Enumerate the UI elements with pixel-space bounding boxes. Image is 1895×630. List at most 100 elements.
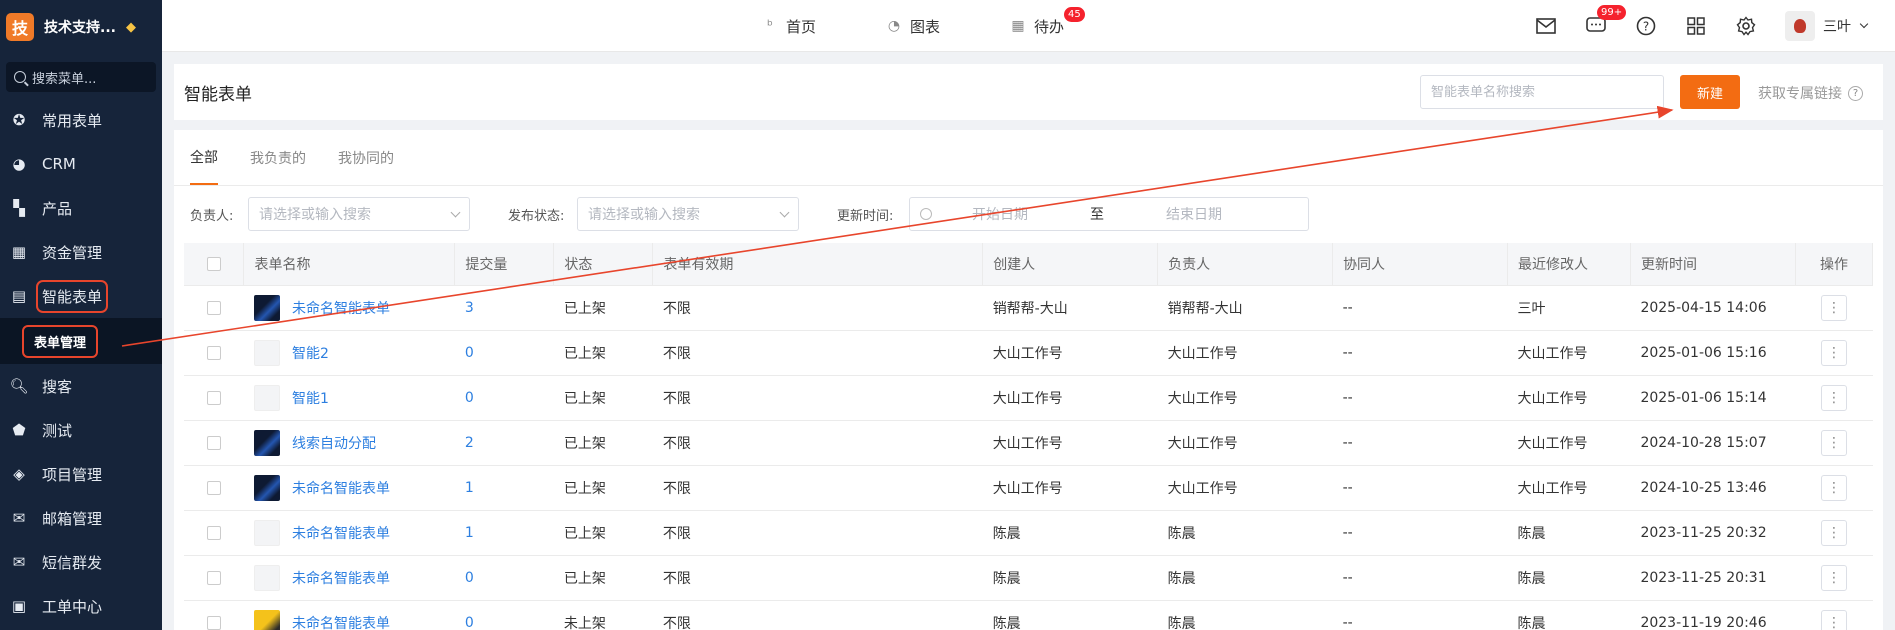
operation-cell: ⋮	[1795, 510, 1873, 556]
more-actions-button[interactable]: ⋮	[1820, 294, 1847, 321]
form-name-cell: 未命名智能表单	[243, 285, 455, 331]
table-row[interactable]: 智能2 0 已上架 不限 大山工作号 大山工作号 -- 大山工作号 2025-01-06 15:…	[184, 330, 1873, 376]
sidebar-item-smart-forms[interactable]: ▤ 智能表单	[0, 274, 162, 318]
form-name-link[interactable]: 线索自动分配	[292, 433, 376, 453]
table-row[interactable]: 未命名智能表单 0 未上架 不限 陈晨 陈晨 -- 陈晨 2023-11-19 20:46 ⋮	[184, 600, 1873, 630]
menu-search[interactable]: 搜索菜单...	[6, 62, 156, 92]
submission-count-link[interactable]: 1	[465, 480, 474, 496]
help-button[interactable]: ?	[1635, 15, 1657, 37]
update-time-cell: 2023-11-19 20:46	[1630, 600, 1796, 630]
row-checkbox[interactable]	[206, 435, 221, 450]
form-name-link[interactable]: 未命名智能表单	[292, 298, 390, 318]
get-link-label: 获取专属链接	[1758, 86, 1842, 102]
row-checkbox[interactable]	[206, 570, 221, 585]
sidebar-item-crm[interactable]: ◕ CRM	[0, 142, 162, 186]
more-actions-button[interactable]: ⋮	[1820, 474, 1847, 501]
table-row[interactable]: 未命名智能表单 1 已上架 不限 大山工作号 大山工作号 -- 大山工作号 2024-10-25…	[184, 465, 1873, 511]
tab-mine[interactable]: 我负责的	[250, 130, 306, 185]
row-checkbox[interactable]	[206, 480, 221, 495]
table-row[interactable]: 未命名智能表单 1 已上架 不限 陈晨 陈晨 -- 陈晨 2023-11-25 20:32 ⋮	[184, 510, 1873, 556]
chevron-down-icon	[450, 207, 461, 217]
menu-search-label: 搜索菜单...	[32, 71, 97, 87]
more-actions-button[interactable]: ⋮	[1820, 384, 1847, 411]
form-name-link[interactable]: 未命名智能表单	[292, 523, 390, 543]
submission-count-link[interactable]: 0	[465, 390, 474, 406]
form-name-link[interactable]: 智能1	[292, 388, 329, 408]
select-all-checkbox[interactable]	[206, 256, 221, 271]
last-modifier-cell: 大山工作号	[1507, 465, 1631, 511]
form-name-link[interactable]: 未命名智能表单	[292, 613, 390, 630]
owner-cell: 大山工作号	[1157, 420, 1333, 466]
submission-count-link[interactable]: 0	[465, 615, 474, 630]
question-icon[interactable]: ?	[1848, 85, 1863, 101]
row-select-cell	[184, 285, 244, 331]
row-checkbox[interactable]	[206, 390, 221, 405]
nav-label: 首页	[786, 17, 817, 36]
collaborator-cell: --	[1332, 600, 1508, 630]
tab-collaborating[interactable]: 我协同的	[338, 130, 394, 185]
owner-cell: 陈晨	[1157, 600, 1333, 630]
form-name-search-input[interactable]	[1420, 75, 1664, 109]
sidebar-item-projects[interactable]: ◈ 项目管理	[0, 452, 162, 496]
row-checkbox[interactable]	[206, 525, 221, 540]
nav-home[interactable]: ᵇ 首页	[762, 16, 816, 37]
submission-count-cell: 3	[454, 285, 554, 331]
table-row[interactable]: 线索自动分配 2 已上架 不限 大山工作号 大山工作号 -- 大山工作号 2024-10-28 …	[184, 420, 1873, 466]
sidebar-item-sms[interactable]: ✉ 短信群发	[0, 540, 162, 584]
status-filter-label: 发布状态:	[508, 208, 565, 224]
operation-cell: ⋮	[1795, 375, 1873, 421]
submission-count-link[interactable]: 0	[465, 570, 474, 586]
submission-count-link[interactable]: 3	[465, 300, 474, 316]
user-menu[interactable]: 三叶	[1785, 11, 1869, 41]
sidebar-item-products[interactable]: ▚ 产品	[0, 186, 162, 230]
form-name-link[interactable]: 未命名智能表单	[292, 478, 390, 498]
submission-count-link[interactable]: 0	[465, 345, 474, 361]
sidebar-item-search-customers[interactable]: 🔍︎ 搜客	[0, 364, 162, 408]
form-name-link[interactable]: 未命名智能表单	[292, 568, 390, 588]
sidebar-item-funds[interactable]: ▦ 资金管理	[0, 230, 162, 274]
submission-count-cell: 1	[454, 465, 554, 511]
mail-button[interactable]	[1535, 15, 1557, 37]
operation-cell: ⋮	[1795, 420, 1873, 466]
more-actions-button[interactable]: ⋮	[1820, 519, 1847, 546]
nav-todo[interactable]: ▦ 待办 45	[1010, 6, 1085, 37]
sidebar-item-mailbox[interactable]: ✉ 邮箱管理	[0, 496, 162, 540]
start-date-placeholder[interactable]: 开始日期	[972, 204, 1028, 224]
table-row[interactable]: 未命名智能表单 0 已上架 不限 陈晨 陈晨 -- 陈晨 2023-11-25 20:31 ⋮	[184, 555, 1873, 601]
sidebar-item-tickets[interactable]: ▣ 工单中心	[0, 584, 162, 628]
row-checkbox[interactable]	[206, 300, 221, 315]
form-name-wrap: 未命名智能表单	[253, 519, 445, 546]
submission-count-link[interactable]: 1	[465, 525, 474, 541]
submission-count-link[interactable]: 2	[465, 435, 474, 451]
tab-all[interactable]: 全部	[190, 130, 218, 185]
row-select-cell	[184, 375, 244, 421]
get-exclusive-link[interactable]: 获取专属链接 ?	[1758, 83, 1863, 103]
end-date-placeholder[interactable]: 结束日期	[1166, 204, 1222, 224]
form-name-link[interactable]: 智能2	[292, 343, 329, 363]
operation-cell: ⋮	[1795, 555, 1873, 601]
status-select[interactable]: 请选择或输入搜索	[577, 197, 799, 231]
owner-cell: 大山工作号	[1157, 375, 1333, 421]
brand[interactable]: 技 技术支持... ◆	[0, 0, 162, 54]
table-row[interactable]: 未命名智能表单 3 已上架 不限 销帮帮-大山 销帮帮-大山 -- 三叶 2025-04-15 …	[184, 285, 1873, 331]
nav-chart[interactable]: ◔ 图表	[886, 16, 940, 37]
owner-cell: 大山工作号	[1157, 465, 1333, 511]
row-checkbox[interactable]	[206, 615, 221, 630]
sidebar-item-common-forms[interactable]: ✪ 常用表单	[0, 98, 162, 142]
row-checkbox[interactable]	[206, 345, 221, 360]
more-actions-button[interactable]: ⋮	[1820, 429, 1847, 456]
more-actions-button[interactable]: ⋮	[1820, 339, 1847, 366]
update-time-range[interactable]: 开始日期 至 结束日期	[909, 197, 1309, 231]
apps-button[interactable]	[1685, 15, 1707, 37]
message-button[interactable]: 99+	[1585, 5, 1627, 37]
settings-button[interactable]	[1735, 15, 1757, 37]
validity-cell: 不限	[652, 285, 983, 331]
sidebar-subitem-form-management[interactable]: 表单管理	[0, 318, 162, 364]
form-thumbnail	[253, 564, 280, 591]
more-actions-button[interactable]: ⋮	[1820, 564, 1847, 591]
sidebar-item-test[interactable]: ⬟ 测试	[0, 408, 162, 452]
owner-select[interactable]: 请选择或输入搜索	[248, 197, 470, 231]
more-actions-button[interactable]: ⋮	[1820, 609, 1847, 630]
table-row[interactable]: 智能1 0 已上架 不限 大山工作号 大山工作号 -- 大山工作号 2025-01-06 15:…	[184, 375, 1873, 421]
new-button[interactable]: 新建	[1680, 75, 1740, 109]
